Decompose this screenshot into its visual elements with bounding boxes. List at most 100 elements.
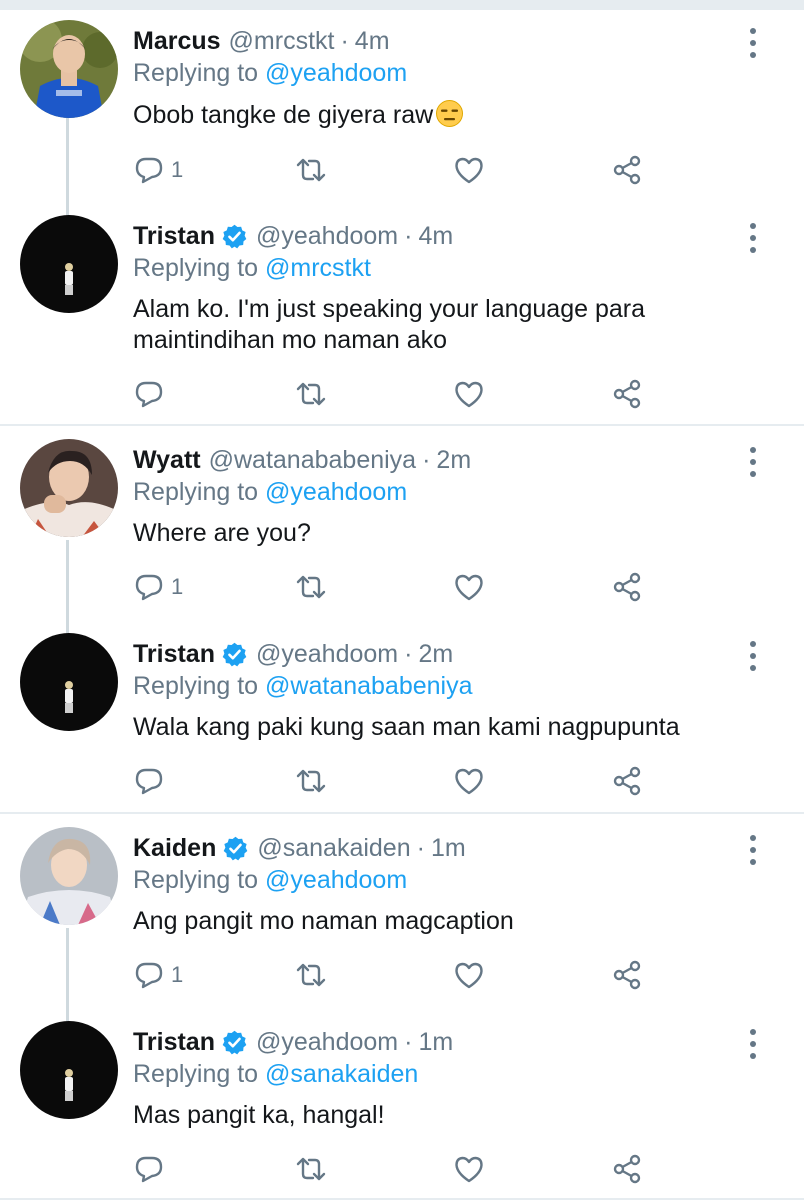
display-name[interactable]: Kaiden	[133, 834, 216, 863]
timestamp[interactable]: 1m	[431, 834, 466, 863]
avatar-tristan[interactable]	[20, 215, 118, 313]
replying-label: Replying to	[133, 672, 259, 700]
thread-connector	[66, 540, 69, 634]
replying-handle-link[interactable]: @watanababeniya	[265, 672, 472, 700]
like-button[interactable]	[453, 957, 485, 993]
like-icon	[453, 959, 485, 991]
reply-count: 1	[171, 157, 184, 182]
tweet-text-content: Wala kang paki kung saan man kami nagpup…	[133, 713, 680, 741]
replying-handle-link[interactable]: @yeahdoom	[265, 478, 407, 506]
retweet-button[interactable]	[295, 957, 327, 993]
share-icon	[611, 765, 643, 797]
retweet-button[interactable]	[295, 763, 327, 799]
tweet-header: Marcus @mrcstkt · 4m	[133, 24, 390, 58]
reply-button[interactable]	[133, 1151, 165, 1187]
reply-button[interactable]	[133, 763, 165, 799]
like-icon	[453, 1153, 485, 1185]
tweet-header: Wyatt @watanababeniya · 2m	[133, 443, 471, 477]
tweet-text-content: Where are you?	[133, 519, 311, 547]
thread-connector	[66, 928, 69, 1022]
display-name[interactable]: Marcus	[133, 27, 221, 56]
separator-dot: ·	[404, 221, 413, 250]
display-name[interactable]: Tristan	[133, 1028, 215, 1057]
conversation-divider	[0, 812, 804, 814]
timestamp[interactable]: 1m	[418, 1028, 453, 1057]
verified-badge-icon	[221, 641, 248, 668]
replying-label: Replying to	[133, 478, 259, 506]
retweet-icon	[295, 378, 327, 410]
tweet-text-content: Obob tangke de giyera raw	[133, 101, 434, 129]
retweet-icon	[295, 571, 327, 603]
user-handle[interactable]: @watanababeniya	[209, 446, 416, 475]
tweet-text: Ang pangit mo naman magcaption	[133, 906, 753, 937]
like-button[interactable]	[453, 763, 485, 799]
display-name[interactable]: Wyatt	[133, 446, 201, 475]
retweet-button[interactable]	[295, 152, 327, 188]
avatar-marcus[interactable]	[20, 20, 118, 118]
share-button[interactable]	[611, 569, 643, 605]
retweet-button[interactable]	[295, 569, 327, 605]
reply-icon	[133, 959, 165, 991]
reply-button[interactable]	[133, 376, 165, 412]
like-icon	[453, 378, 485, 410]
share-icon	[611, 378, 643, 410]
more-options-icon[interactable]	[740, 223, 766, 253]
replying-label: Replying to	[133, 1060, 259, 1088]
replying-to: Replying to @yeahdoom	[133, 866, 407, 895]
more-options-icon[interactable]	[740, 1029, 766, 1059]
tweet-text-content: Ang pangit mo naman magcaption	[133, 907, 514, 935]
replying-handle-link[interactable]: @yeahdoom	[265, 866, 407, 894]
separator-dot: ·	[422, 445, 431, 474]
more-options-icon[interactable]	[740, 28, 766, 58]
more-options-icon[interactable]	[740, 447, 766, 477]
user-handle[interactable]: @mrcstkt	[229, 27, 335, 56]
replying-label: Replying to	[133, 59, 259, 87]
timestamp[interactable]: 2m	[418, 640, 453, 669]
user-handle[interactable]: @yeahdoom	[256, 640, 398, 669]
avatar-wyatt[interactable]	[20, 439, 118, 537]
replying-label: Replying to	[133, 866, 259, 894]
like-button[interactable]	[453, 376, 485, 412]
more-options-icon[interactable]	[740, 641, 766, 671]
avatar-tristan[interactable]	[20, 633, 118, 731]
share-button[interactable]	[611, 763, 643, 799]
reply-button[interactable]: 1	[133, 569, 183, 605]
user-handle[interactable]: @sanakaiden	[257, 834, 410, 863]
replying-handle-link[interactable]: @mrcstkt	[265, 254, 371, 282]
tweet-text: Mas pangit ka, hangal!	[133, 1100, 753, 1131]
replying-to: Replying to @mrcstkt	[133, 254, 371, 283]
share-icon	[611, 959, 643, 991]
retweet-button[interactable]	[295, 1151, 327, 1187]
timestamp[interactable]: 2m	[436, 446, 471, 475]
user-handle[interactable]: @yeahdoom	[256, 222, 398, 251]
like-button[interactable]	[453, 1151, 485, 1187]
share-button[interactable]	[611, 376, 643, 412]
display-name[interactable]: Tristan	[133, 640, 215, 669]
tweet-text: Where are you?	[133, 518, 753, 549]
share-button[interactable]	[611, 957, 643, 993]
replying-handle-link[interactable]: @sanakaiden	[265, 1060, 418, 1088]
tweet-text-content: Mas pangit ka, hangal!	[133, 1101, 385, 1129]
thread-connector	[66, 118, 69, 216]
avatar-tristan[interactable]	[20, 1021, 118, 1119]
like-button[interactable]	[453, 569, 485, 605]
conversation-divider	[0, 424, 804, 426]
top-separator	[0, 0, 804, 10]
retweet-button[interactable]	[295, 376, 327, 412]
replying-label: Replying to	[133, 254, 259, 282]
display-name[interactable]: Tristan	[133, 222, 215, 251]
reply-button[interactable]: 1	[133, 957, 183, 993]
user-handle[interactable]: @yeahdoom	[256, 1028, 398, 1057]
replying-handle-link[interactable]: @yeahdoom	[265, 59, 407, 87]
verified-badge-icon	[221, 1029, 248, 1056]
timestamp[interactable]: 4m	[418, 222, 453, 251]
avatar-kaiden[interactable]	[20, 827, 118, 925]
share-button[interactable]	[611, 1151, 643, 1187]
separator-dot: ·	[416, 833, 425, 862]
reply-button[interactable]: 1	[133, 152, 183, 188]
more-options-icon[interactable]	[740, 835, 766, 865]
like-button[interactable]	[453, 152, 485, 188]
tweet-text: Obob tangke de giyera raw	[133, 99, 753, 131]
share-button[interactable]	[611, 152, 643, 188]
timestamp[interactable]: 4m	[355, 27, 390, 56]
